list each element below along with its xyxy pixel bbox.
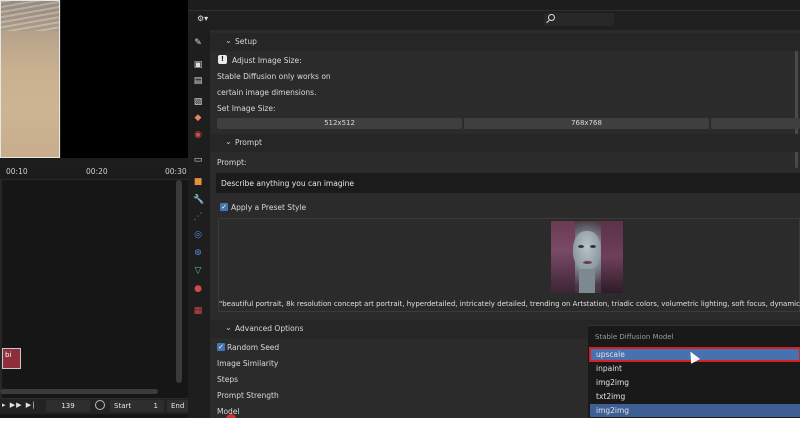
search-icon <box>548 14 555 21</box>
data-icon[interactable]: ▽ <box>193 266 203 276</box>
render-icon[interactable]: ▣ <box>193 60 203 70</box>
size-512-button[interactable]: 512x512 <box>217 118 462 129</box>
tool-icon[interactable]: ✎ <box>193 38 203 48</box>
advanced-header-label: Advanced Options <box>235 324 304 333</box>
preview-background <box>61 0 188 158</box>
ruler-tick: 00:20 <box>86 167 108 176</box>
timeline-vertical-scrollbar[interactable] <box>176 180 182 383</box>
random-seed-checkbox[interactable]: ✓ <box>217 343 225 351</box>
timeline-horizontal-scrollbar[interactable] <box>0 389 158 394</box>
note-line-2: certain image dimensions. <box>217 88 317 97</box>
set-image-size-label: Set Image Size: <box>217 104 276 113</box>
properties-header <box>188 10 800 30</box>
scene-icon[interactable]: ◆ <box>193 113 203 123</box>
size-768-button[interactable]: 768x768 <box>464 118 709 129</box>
preset-style-box <box>218 218 800 312</box>
particles-icon[interactable]: ⋰ <box>193 212 203 222</box>
prompt-label: Prompt: <box>217 158 247 167</box>
preset-thumbnail[interactable] <box>551 221 623 293</box>
properties-tabs <box>188 30 208 418</box>
ruler-tick: 00:10 <box>6 167 28 176</box>
prompt-header-label: Prompt <box>235 138 262 147</box>
start-label: Start <box>114 402 132 410</box>
timeline-clip[interactable]: bi <box>2 348 21 369</box>
steps-label: Steps <box>217 375 238 384</box>
preset-style-checkbox[interactable]: ✓ <box>220 203 228 211</box>
end-label: End <box>171 402 185 410</box>
prompt-placeholder: Describe anything you can imagine <box>221 179 355 188</box>
dropdown-item-txt2img[interactable]: txt2img <box>590 390 800 403</box>
chevron-down-icon: ⌄ <box>225 137 232 146</box>
texture-icon[interactable]: ▦ <box>193 306 203 316</box>
clip-label: bi <box>5 351 12 359</box>
timeline-ruler[interactable]: 00:10 00:20 00:30 <box>0 162 188 180</box>
physics-icon[interactable]: ◎ <box>193 230 203 240</box>
size-more-button[interactable] <box>711 118 800 129</box>
chevron-down-icon: ⌄ <box>225 323 232 332</box>
collection-icon[interactable]: ▭ <box>193 155 203 165</box>
ruler-tick: 00:30 <box>165 167 187 176</box>
chevron-down-icon: ⌄ <box>225 36 232 45</box>
prompt-strength-label: Prompt Strength <box>217 391 279 400</box>
dropdown-item-img2img-selected[interactable]: img2img <box>590 404 800 417</box>
random-seed-label: Random Seed <box>227 343 280 352</box>
start-frame-field[interactable]: Start 1 <box>110 400 164 412</box>
app-window: 00:10 00:20 00:30 bi ▸ ▶▶ ▶| 139 Start 1… <box>0 0 800 418</box>
setup-header-label: Setup <box>235 37 257 46</box>
object-icon[interactable]: ■ <box>193 177 203 187</box>
constraints-icon[interactable]: ⊛ <box>193 248 203 258</box>
prompt-input[interactable]: Describe anything you can imagine <box>216 173 800 193</box>
end-frame-field[interactable]: End <box>167 400 189 412</box>
modifier-icon[interactable]: 🔧 <box>193 195 204 205</box>
image-preview <box>0 0 60 158</box>
setup-section-header[interactable]: ⌄ Setup <box>210 33 800 51</box>
start-value: 1 <box>153 402 158 410</box>
preset-caption: "beautiful portrait, 8k resolution conce… <box>219 300 800 308</box>
material-icon[interactable]: ● <box>193 284 203 294</box>
search-input[interactable] <box>544 13 614 26</box>
image-similarity-label: Image Similarity <box>217 359 279 368</box>
adjust-image-size-label: Adjust Image Size: <box>232 56 302 65</box>
preset-style-label: Apply a Preset Style <box>231 203 307 212</box>
info-icon: ! <box>218 55 227 64</box>
clock-icon[interactable] <box>95 400 105 410</box>
view-layer-icon[interactable]: ▧ <box>193 97 203 107</box>
timeline-panel: 00:10 00:20 00:30 <box>0 162 188 418</box>
world-icon[interactable]: ◉ <box>193 130 203 140</box>
model-marker <box>226 414 236 418</box>
editor-type-icon[interactable]: ⚙▾ <box>197 14 213 26</box>
output-icon[interactable]: ▤ <box>193 76 203 86</box>
dropdown-item-img2img[interactable]: img2img <box>590 376 800 389</box>
current-frame-field[interactable]: 139 <box>46 400 90 412</box>
note-line-1: Stable Diffusion only works on <box>217 72 331 81</box>
dropdown-item-inpaint[interactable]: inpaint <box>590 362 800 375</box>
playback-controls-icon[interactable]: ▸ ▶▶ ▶| <box>2 401 35 409</box>
prompt-section-header[interactable]: ⌄ Prompt <box>210 134 800 152</box>
dropdown-title: Stable Diffusion Model <box>595 333 674 341</box>
